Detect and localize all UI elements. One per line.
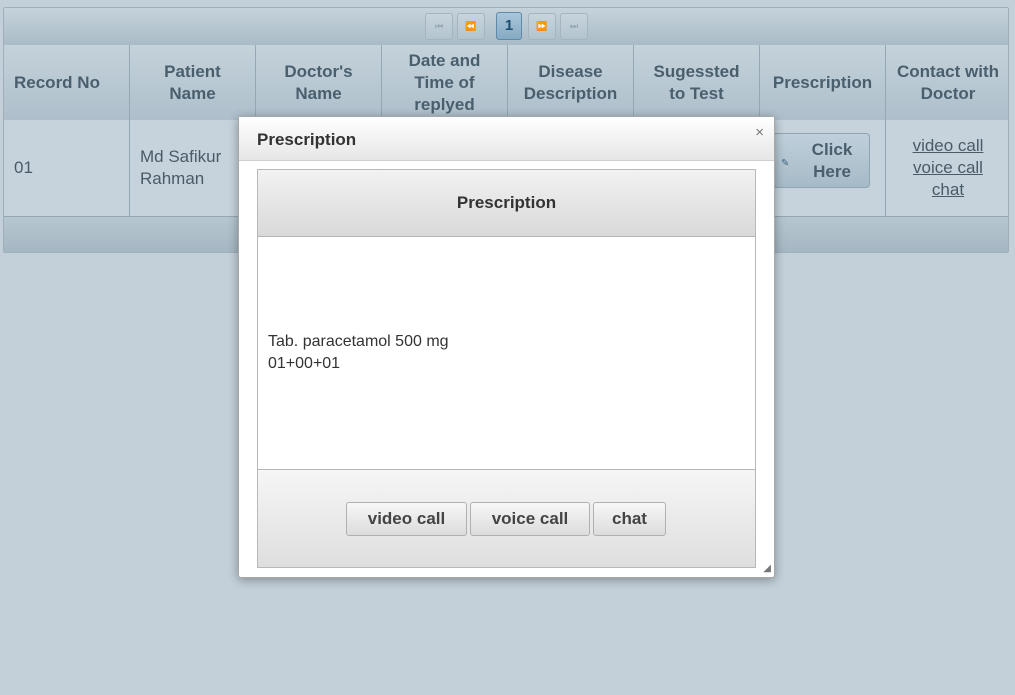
first-page-icon[interactable]: ⏮ — [425, 13, 453, 40]
current-page-indicator[interactable]: 1 — [496, 12, 522, 40]
header-disease-description[interactable]: Disease Description — [508, 45, 634, 120]
pager: ⏮ ⏪ 1 ⏩ ⏭ — [4, 8, 1008, 46]
next-page-icon[interactable]: ⏩ — [528, 13, 556, 40]
table-header: Record No Patient Name Doctor's Name Dat… — [4, 45, 1008, 121]
dialog-titlebar[interactable]: Prescription × — [239, 117, 774, 161]
header-record-no[interactable]: Record No — [4, 45, 130, 120]
prescription-line: 01+00+01 — [268, 355, 341, 372]
close-icon[interactable]: × — [755, 124, 764, 141]
prescription-heading: Prescription — [258, 170, 755, 237]
pencil-icon: ✎ — [781, 158, 790, 169]
video-call-link[interactable]: video call — [913, 135, 984, 157]
cell-contact-doctor: video call voice call chat — [886, 120, 1008, 216]
header-suggested-test[interactable]: Sugessted to Test — [634, 45, 760, 120]
click-here-label: Click Here — [811, 140, 853, 181]
header-contact-doctor[interactable]: Contact with Doctor — [886, 45, 1008, 120]
prescription-line: Tab. paracetamol 500 mg — [268, 333, 449, 350]
prescription-click-button[interactable]: ✎ Click Here — [772, 133, 870, 188]
header-prescription[interactable]: Prescription — [760, 45, 886, 120]
voice-call-link[interactable]: voice call — [913, 157, 983, 179]
video-call-button[interactable]: video call — [346, 502, 467, 536]
contact-links: video call voice call chat — [886, 135, 1008, 201]
prescription-dialog: Prescription × Prescription Tab. paracet… — [238, 116, 775, 578]
voice-call-button[interactable]: voice call — [470, 502, 590, 536]
header-doctor-name[interactable]: Doctor's Name — [256, 45, 382, 120]
prescription-panel: Prescription Tab. paracetamol 500 mg 01+… — [257, 169, 756, 568]
resize-handle-icon[interactable]: ◢ — [763, 563, 771, 574]
last-page-icon[interactable]: ⏭ — [560, 13, 588, 40]
prescription-content: Tab. paracetamol 500 mg 01+00+01 — [258, 237, 755, 470]
prev-page-icon[interactable]: ⏪ — [457, 13, 485, 40]
cell-record-no: 01 — [4, 120, 130, 216]
dialog-title: Prescription — [257, 130, 357, 149]
header-patient-name[interactable]: Patient Name — [130, 45, 256, 120]
chat-button[interactable]: chat — [593, 502, 666, 536]
header-date-time[interactable]: Date and Time of replyed — [382, 45, 508, 120]
chat-link[interactable]: chat — [932, 179, 964, 201]
